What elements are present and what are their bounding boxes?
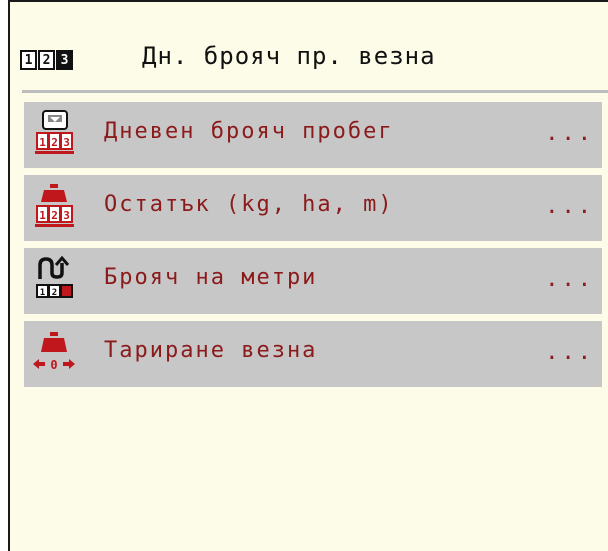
header: 1 2 3 Дн. брояч пр. везна <box>10 2 608 86</box>
counter-digit: 3 <box>56 50 73 70</box>
scale-tare-icon: 0 <box>30 328 78 378</box>
svg-text:2: 2 <box>51 209 58 222</box>
menu-item-label: Тариране везна <box>104 338 318 363</box>
more-indicator: ... <box>545 194 594 219</box>
meter-counter-icon: 1 2 <box>30 255 78 305</box>
more-indicator: ... <box>545 121 594 146</box>
svg-text:1: 1 <box>40 288 45 298</box>
menu-item-label: Остатък (kg, ha, m) <box>104 192 394 217</box>
svg-text:3: 3 <box>63 136 70 149</box>
daily-odometer-icon: 1 2 3 <box>30 109 78 159</box>
more-indicator: ... <box>545 267 594 292</box>
svg-text:3: 3 <box>63 209 70 222</box>
weight-counter-icon: 1 2 3 <box>30 182 78 232</box>
counter-menu: 1 2 3 Дневен брояч пробег ... 1 2 3 Оста… <box>24 102 602 394</box>
page-title: Дн. брояч пр. везна <box>142 42 436 70</box>
counter-digit: 1 <box>20 50 37 70</box>
terminal-screen: 1 2 3 Дн. брояч пр. везна 1 2 3 Дневен б… <box>8 0 608 551</box>
menu-item-scale-tare[interactable]: 0 Тариране везна ... <box>24 321 602 387</box>
menu-item-label: Дневен брояч пробег <box>104 119 394 144</box>
header-divider <box>22 90 608 93</box>
menu-item-label: Брояч на метри <box>104 265 318 290</box>
svg-text:1: 1 <box>39 209 46 222</box>
menu-item-daily-odometer[interactable]: 1 2 3 Дневен брояч пробег ... <box>24 102 602 168</box>
svg-text:1: 1 <box>39 136 46 149</box>
counter-123-icon: 1 2 3 <box>20 50 73 70</box>
menu-item-meter-counter[interactable]: 1 2 Брояч на метри ... <box>24 248 602 314</box>
svg-text:2: 2 <box>52 288 57 298</box>
svg-text:2: 2 <box>51 136 58 149</box>
counter-digit: 2 <box>38 50 55 70</box>
more-indicator: ... <box>545 340 594 365</box>
menu-item-remaining[interactable]: 1 2 3 Остатък (kg, ha, m) ... <box>24 175 602 241</box>
svg-text:0: 0 <box>50 358 57 372</box>
